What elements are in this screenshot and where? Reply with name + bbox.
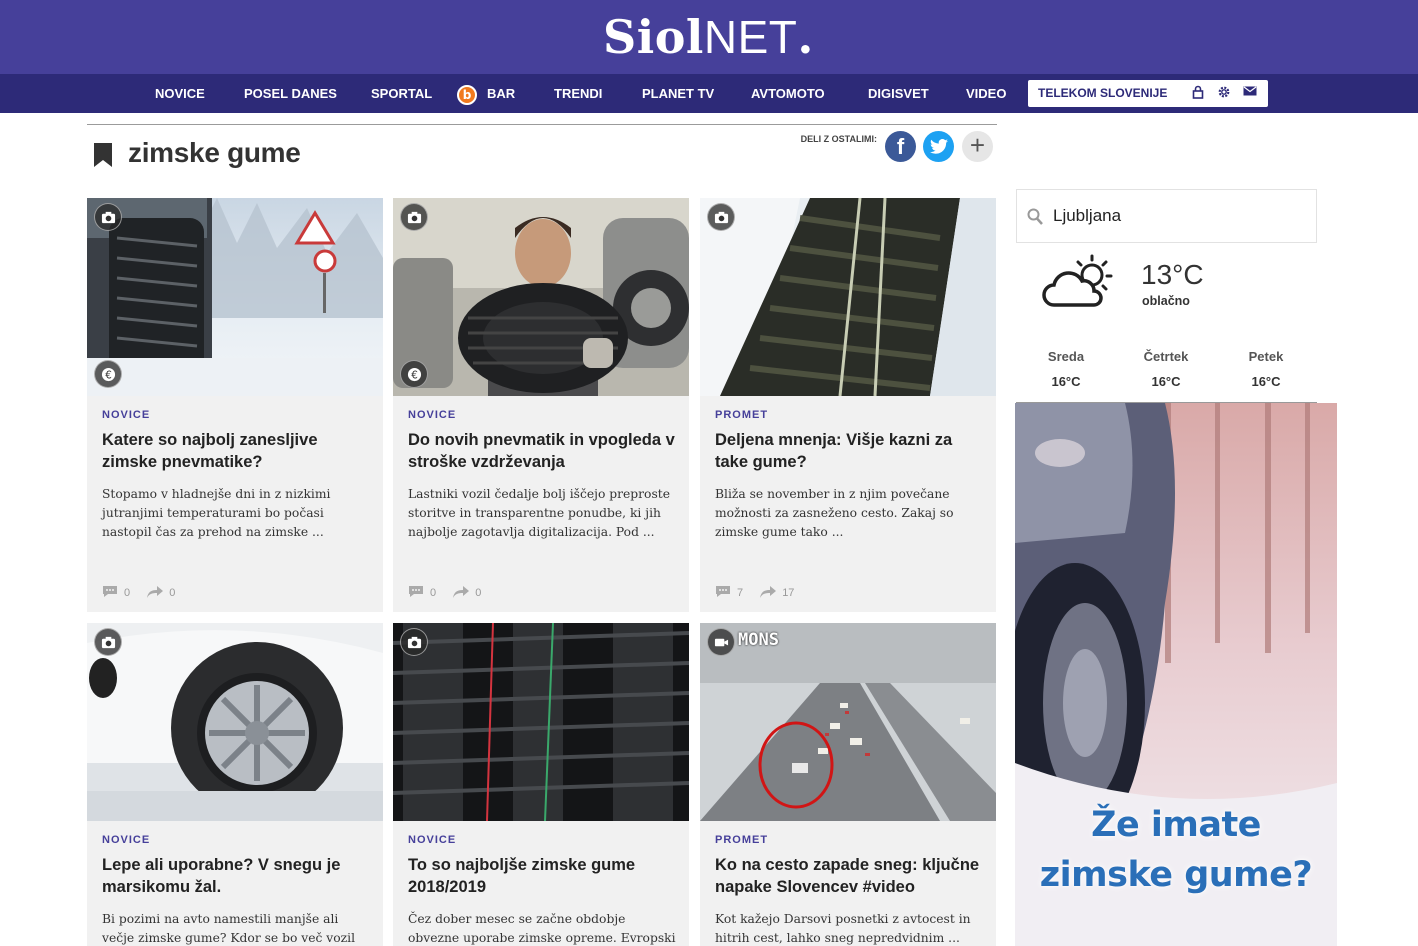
nav-item-trendi[interactable]: TRENDI [554, 74, 602, 113]
current-temperature: 13°C [1141, 259, 1204, 290]
article-headline[interactable]: Lepe ali uporabne? V snegu je marsikomu … [102, 854, 372, 898]
share-arrow-icon[interactable] [147, 585, 164, 601]
photo-gallery-icon [707, 203, 735, 231]
comment-icon[interactable] [715, 585, 731, 601]
gear-icon[interactable] [1216, 85, 1232, 101]
share-count: 17 [782, 587, 795, 599]
weather-location-input[interactable]: Ljubljana [1016, 189, 1317, 243]
article-meta: 7 17 [715, 585, 808, 599]
nav-item-avtomoto[interactable]: AVTOMOTO [751, 74, 825, 113]
article-card[interactable]: € NOVICE Katere so najbolj zanesljive zi… [87, 198, 383, 612]
forecast-day: Četrtek [1143, 349, 1189, 364]
article-image [393, 623, 689, 821]
nav-item-sportal[interactable]: SPORTAL [371, 74, 432, 113]
article-headline[interactable]: Deljena mnenja: Višje kazni za take gume… [715, 429, 985, 473]
article-category[interactable]: NOVICE [102, 409, 150, 421]
share-arrow-icon[interactable] [453, 585, 470, 601]
siolnet-logo[interactable]: SiolNET. [603, 12, 814, 62]
forecast-temperature: 16°C [1151, 374, 1181, 389]
article-card[interactable]: NOVICE Lepe ali uporabne? V snegu je mar… [87, 623, 383, 946]
more-share-button[interactable]: + [962, 131, 993, 162]
telekom-bar: TELEKOM SLOVENIJE [1028, 80, 1268, 107]
nav-item-novice[interactable]: NOVICE [155, 74, 205, 113]
comment-count: 0 [124, 587, 131, 599]
nav-item-digisvet[interactable]: DIGISVET [868, 74, 929, 113]
article-meta: 0 0 [408, 585, 495, 599]
article-category[interactable]: NOVICE [408, 409, 456, 421]
article-excerpt: Kot kažejo Darsovi posnetki z avtocest i… [715, 912, 971, 945]
article-headline[interactable]: Ko na cesto zapade sneg: ključne napake … [715, 854, 985, 898]
bookmark-icon [94, 143, 112, 167]
article-category[interactable]: NOVICE [102, 834, 150, 846]
comment-count: 0 [430, 587, 437, 599]
lock-icon[interactable] [1190, 85, 1206, 101]
sponsored-icon: € [400, 360, 428, 388]
article-headline[interactable]: Katere so najbolj zanesljive zimske pnev… [102, 429, 372, 473]
article-category[interactable]: PROMET [715, 409, 768, 421]
mail-icon[interactable] [1242, 85, 1258, 101]
article-excerpt: Lastniki vozil čedalje bolj iščejo prepr… [408, 487, 670, 539]
page-title: zimske gume [128, 137, 301, 168]
telekom-link[interactable]: TELEKOM SLOVENIJE [1038, 80, 1167, 107]
current-condition: oblačno [1142, 294, 1190, 308]
article-excerpt: Bliža se november in z njim povečane mož… [715, 487, 954, 539]
share-label: DELI Z OSTALIMI: [800, 134, 877, 144]
article-image [700, 623, 996, 821]
nav-item-planet-tv[interactable]: PLANET TV [642, 74, 714, 113]
forecast-day: Sreda [1047, 349, 1085, 364]
forecast-temperature: 16°C [1051, 374, 1081, 389]
photo-gallery-icon [94, 628, 122, 656]
sponsored-icon: € [94, 360, 122, 388]
comment-count: 7 [737, 587, 744, 599]
bar-logo-icon: b [457, 84, 477, 105]
nav-item-posel-danes[interactable]: POSEL DANES [244, 74, 337, 113]
comment-icon[interactable] [102, 585, 118, 601]
nav-item-video[interactable]: VIDEO [966, 74, 1006, 113]
photo-gallery-icon [94, 203, 122, 231]
article-image [87, 198, 383, 396]
article-card[interactable]: NOVICE To so najboljše zimske gume 2018/… [393, 623, 689, 946]
svg-text:€: € [411, 369, 418, 381]
article-card[interactable]: € NOVICE Do novih pnevmatik in vpogleda … [393, 198, 689, 612]
facebook-share-button[interactable]: f [885, 131, 916, 162]
partly-cloudy-icon [1042, 254, 1113, 307]
share-count: 0 [475, 587, 482, 599]
article-excerpt: Bi pozimi na avto namestili manjše ali v… [102, 912, 356, 945]
nav-item-bar[interactable]: b BAR [457, 74, 515, 113]
video-overlay-label: MONS [738, 630, 779, 650]
forecast-day: Petek [1248, 349, 1284, 364]
article-image [87, 623, 383, 821]
ad-headline-line2: zimske gume? [1039, 855, 1313, 895]
title-divider [87, 124, 997, 125]
article-headline[interactable]: To so najboljše zimske gume 2018/2019 [408, 854, 678, 898]
article-excerpt: Čez dober mesec se začne obdobje obvezne… [408, 912, 676, 945]
share-count: 0 [169, 587, 176, 599]
brand-bar: SiolNET. [0, 0, 1418, 74]
comment-icon[interactable] [408, 585, 424, 601]
weather-location-value: Ljubljana [1053, 206, 1122, 225]
nav-item-bar-label: BAR [487, 86, 516, 101]
article-meta: 0 0 [102, 585, 189, 599]
article-excerpt: Stopamo v hladnejše dni in z nizkimi jut… [102, 487, 331, 539]
article-card[interactable]: MONS PROMET Ko na cesto zapade sneg: klj… [700, 623, 996, 946]
article-image [393, 198, 689, 396]
photo-gallery-icon [400, 203, 428, 231]
article-headline[interactable]: Do novih pnevmatik in vpogleda v stroške… [408, 429, 678, 473]
share-arrow-icon[interactable] [760, 585, 777, 601]
article-image [700, 198, 996, 396]
photo-gallery-icon [400, 628, 428, 656]
ad-banner[interactable]: Že imate zimske gume? [1015, 403, 1337, 946]
video-icon [707, 628, 735, 656]
ad-headline-line1: Že imate [1091, 805, 1261, 845]
twitter-icon [929, 139, 948, 154]
forecast-temperature: 16°C [1251, 374, 1281, 389]
search-icon [1027, 208, 1043, 225]
article-category[interactable]: NOVICE [408, 834, 456, 846]
twitter-share-button[interactable] [923, 131, 954, 162]
article-category[interactable]: PROMET [715, 834, 768, 846]
article-card[interactable]: PROMET Deljena mnenja: Višje kazni za ta… [700, 198, 996, 612]
svg-text:€: € [105, 369, 112, 381]
